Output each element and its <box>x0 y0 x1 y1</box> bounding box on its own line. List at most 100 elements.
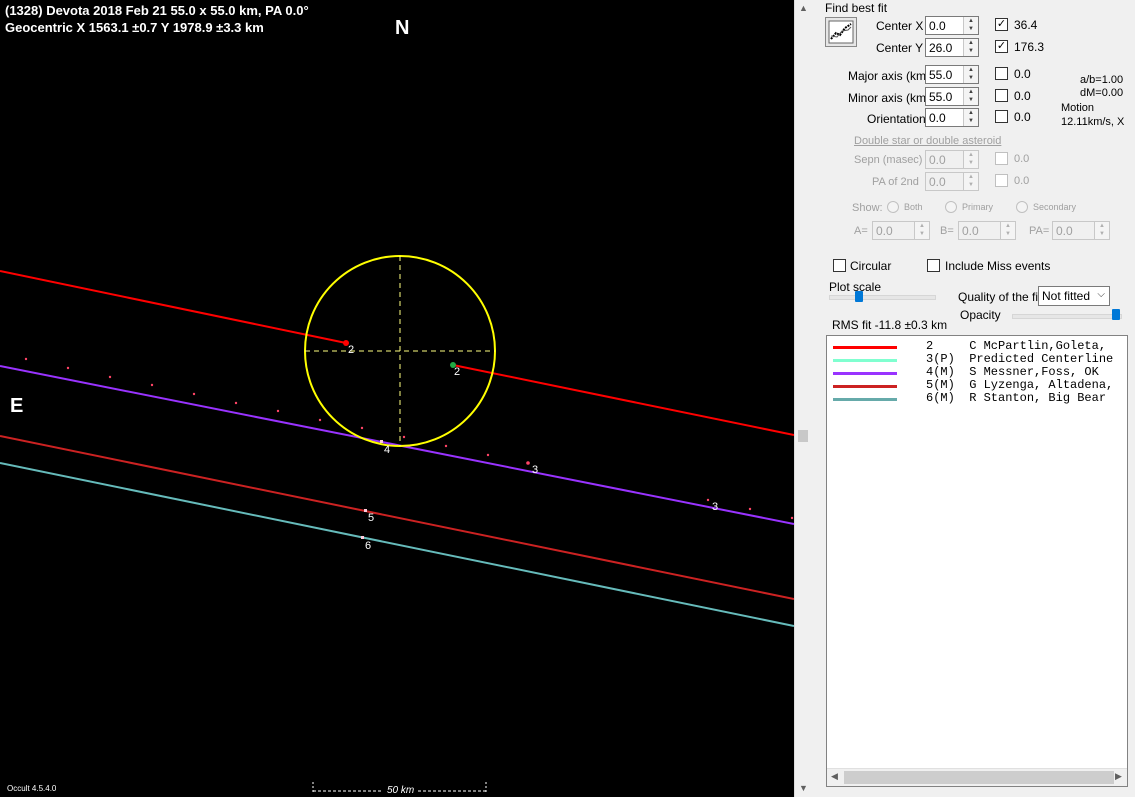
legend-swatch <box>833 398 897 401</box>
predicted-dot <box>276 409 280 413</box>
chord-5-marker <box>364 509 367 512</box>
pa-stepper[interactable]: ▲ ▼ <box>1094 222 1109 239</box>
predicted-dot <box>748 507 752 511</box>
panel-scrollbar[interactable]: ▲ ▼ <box>794 0 812 797</box>
sepn-stepper[interactable]: ▲ ▼ <box>963 151 978 168</box>
legend-text: 3(P) Predicted Centerline <box>926 352 1114 366</box>
major-axis-stepper[interactable]: ▲ ▼ <box>963 66 978 83</box>
chord-label: 3 <box>532 464 539 476</box>
sepn-input[interactable]: 0.0 ▲ ▼ <box>925 150 979 169</box>
predicted-dot <box>66 366 70 370</box>
plot-scale-track[interactable] <box>829 295 936 300</box>
pa-value: 0.0 <box>1056 224 1073 238</box>
pa2-result: 0.0 <box>1014 175 1030 187</box>
plot-scale-slider[interactable] <box>855 291 863 302</box>
orientation-stepper[interactable]: ▲ ▼ <box>963 109 978 126</box>
sepn-result: 0.0 <box>1014 153 1030 165</box>
orientation-input[interactable]: 0.0 ▲ ▼ <box>925 108 979 127</box>
circular-checkbox[interactable] <box>833 259 846 272</box>
sepn-checkbox[interactable] <box>995 152 1008 165</box>
east-label: E <box>10 395 24 417</box>
show-both-label: Both <box>904 202 923 212</box>
scroll-down-icon[interactable]: ▼ <box>799 783 808 793</box>
ab-ratio: a/b=1.00 <box>1080 74 1124 86</box>
chord-5-line <box>0 435 794 600</box>
quality-select[interactable]: Not fitted ⌵ <box>1038 286 1110 306</box>
scroll-up-icon[interactable]: ▲ <box>799 3 808 13</box>
include-miss-checkbox[interactable] <box>927 259 940 272</box>
major-axis-label: Major axis (km) <box>848 69 931 83</box>
chevron-down-icon: ⌵ <box>1097 289 1105 300</box>
scroll-right-icon[interactable]: ▶ <box>1115 771 1122 782</box>
scale-label: 50 km <box>387 785 415 796</box>
predicted-dot <box>150 383 154 387</box>
minor-axis-label: Minor axis (km) <box>848 91 931 105</box>
center-x-stepper[interactable]: ▲ ▼ <box>963 17 978 34</box>
center-x-input[interactable]: 0.0 ▲ ▼ <box>925 16 979 35</box>
legend-swatch <box>833 359 897 362</box>
find-best-fit-label: Find best fit <box>825 1 888 15</box>
minor-axis-checkbox[interactable] <box>995 89 1008 102</box>
opacity-slider[interactable] <box>1112 309 1120 320</box>
legend-swatch <box>833 385 897 388</box>
major-axis-input[interactable]: 55.0 ▲ ▼ <box>925 65 979 84</box>
minor-axis-input[interactable]: 55.0 ▲ ▼ <box>925 87 979 106</box>
plot-subtitle: Geocentric X 1563.1 ±0.7 Y 1978.9 ±3.3 k… <box>5 20 264 35</box>
motion-label: Motion <box>1061 102 1095 114</box>
pa2-input[interactable]: 0.0 ▲ ▼ <box>925 172 979 191</box>
legend-text: 5(M) G Lyzenga, Altadena, <box>926 378 1114 392</box>
chord-6-marker <box>361 536 364 539</box>
center-x-checkbox[interactable]: ✓ <box>995 18 1008 31</box>
show-primary-radio[interactable] <box>945 201 957 213</box>
center-y-checkbox[interactable]: ✓ <box>995 40 1008 53</box>
center-y-stepper[interactable]: ▲ ▼ <box>963 39 978 56</box>
show-label: Show: <box>852 202 883 214</box>
version-label: Occult 4.5.4.0 <box>7 784 57 793</box>
major-axis-checkbox[interactable] <box>995 67 1008 80</box>
predicted-dot <box>444 444 448 448</box>
sepn-label: Sepn (masec) <box>854 154 923 166</box>
scroll-left-icon[interactable]: ◀ <box>831 771 838 782</box>
occultation-plot[interactable]: (1328) Devota 2018 Feb 21 55.0 x 55.0 km… <box>0 0 794 797</box>
b-input[interactable]: 0.0 ▲ ▼ <box>958 221 1016 240</box>
orientation-checkbox[interactable] <box>995 110 1008 123</box>
opacity-track[interactable] <box>1012 314 1122 319</box>
major-axis-result: 0.0 <box>1014 67 1031 81</box>
scroll-thumb[interactable] <box>798 430 808 442</box>
minor-axis-result: 0.0 <box>1014 89 1031 103</box>
minor-axis-stepper[interactable]: ▲ ▼ <box>963 88 978 105</box>
north-label: N <box>395 17 410 39</box>
plot-title: (1328) Devota 2018 Feb 21 55.0 x 55.0 km… <box>5 3 309 18</box>
chord-label: 4 <box>384 444 391 456</box>
show-secondary-radio[interactable] <box>1016 201 1028 213</box>
major-axis-value: 55.0 <box>929 68 953 82</box>
center-y-label: Center Y <box>876 41 924 55</box>
legend-swatch <box>833 346 897 349</box>
chord-4-marker <box>380 440 383 443</box>
a-input[interactable]: 0.0 ▲ ▼ <box>872 221 930 240</box>
center-y-value: 26.0 <box>929 41 953 55</box>
chord-label: 3 <box>712 501 719 513</box>
b-stepper[interactable]: ▲ ▼ <box>1000 222 1015 239</box>
predicted-dot <box>318 418 322 422</box>
a-stepper[interactable]: ▲ ▼ <box>914 222 929 239</box>
predicted-centerline-dots <box>24 357 794 520</box>
pa2-stepper[interactable]: ▲ ▼ <box>963 173 978 190</box>
legend-hscrollbar[interactable]: ◀ ▶ <box>827 768 1127 786</box>
b-label: B= <box>940 225 954 237</box>
double-star-link[interactable]: Double star or double asteroid <box>854 135 1001 147</box>
observer-legend[interactable]: 2 C McPartlin,Goleta, 3(P) Predicted Cen… <box>826 335 1128 787</box>
chord-label: 5 <box>368 512 375 524</box>
legend-scroll-thumb[interactable] <box>844 771 1114 784</box>
predicted-dot <box>526 461 530 465</box>
a-label: A= <box>854 225 868 237</box>
pa-input[interactable]: 0.0 ▲ ▼ <box>1052 221 1110 240</box>
pa2-checkbox[interactable] <box>995 174 1008 187</box>
chord-label: 6 <box>365 540 372 552</box>
orientation-result: 0.0 <box>1014 110 1031 124</box>
show-both-radio[interactable] <box>887 201 899 213</box>
find-best-fit-button[interactable] <box>825 17 857 47</box>
chord-label: 2 <box>454 366 461 378</box>
center-y-input[interactable]: 26.0 ▲ ▼ <box>925 38 979 57</box>
pa2-label: PA of 2nd <box>872 176 919 188</box>
